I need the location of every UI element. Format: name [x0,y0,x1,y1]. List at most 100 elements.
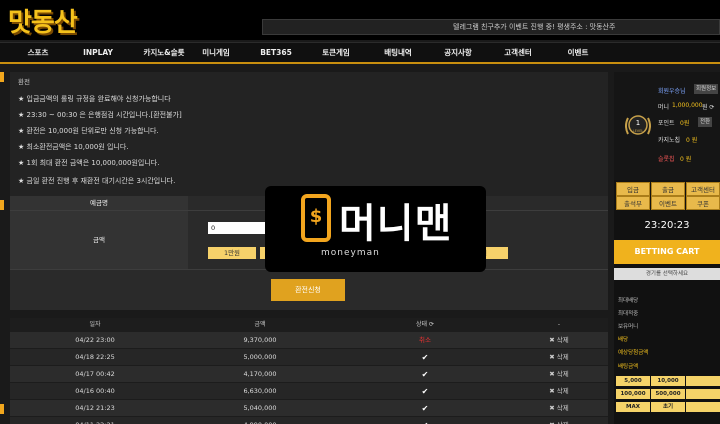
notice-line: ★ 금일 환전 진행 후 재환전 대기시간은 3시간입니다. [18,177,176,185]
phone-dollar-icon: $ [301,194,331,242]
col-status[interactable]: 상태 ⟳ [340,318,510,332]
cell-amount: 9,370,000 [243,336,277,344]
col-action: - [557,321,561,328]
cell-date: 04/22 23:00 [75,336,115,344]
expected-win-label: 예상당첨금액 [618,350,649,356]
delete-button[interactable]: ✖ 삭제 [510,366,608,383]
slot-chip-value: 0 원 [680,156,692,163]
quick-amount-button[interactable]: 1만원 [208,247,256,259]
coupon-button[interactable]: 쿠폰 [686,196,720,210]
amount-max-button[interactable]: MAX [616,402,650,412]
delete-button[interactable]: ✖ 삭제 [510,349,608,366]
top-bar: 맛동산 텔레그램 친구추가 이벤트 진행 중! 평생주소 : 맛동산주 [0,0,720,40]
cell-amount: 6,630,000 [243,387,277,395]
withdraw-submit-button[interactable]: 환전신청 [271,279,345,301]
money-value: 1,000,000 [672,102,703,109]
cell-date: 04/16 00:40 [75,387,115,395]
point-label: 포인트 [658,120,675,127]
amount-500000-button[interactable]: 500,000 [651,389,685,399]
table-header: 일자 금액 상태 ⟳ - [10,318,608,332]
notice-ticker: 텔레그램 친구추가 이벤트 진행 중! 평생주소 : 맛동산주 [262,19,720,35]
nav-bet-history[interactable]: 배팅내역 [368,43,428,63]
amount-label: 금액 [10,211,188,269]
delete-button[interactable]: ✖ 삭제 [510,417,608,424]
casino-chip-label: 카지노칩 [658,137,681,144]
cell-date: 04/11 22:21 [10,417,180,424]
cell-date: 04/12 21:23 [75,404,115,412]
customer-center-button[interactable]: 고객센터 [686,182,720,196]
casino-chip-value: 0 원 [686,137,698,144]
page: 맛동산 텔레그램 친구추가 이벤트 진행 중! 평생주소 : 맛동산주 스포츠 … [0,0,720,424]
site-logo[interactable]: 맛동산 [8,2,78,39]
main-nav: 스포츠 INPLAY 카지노&슬롯 미니게임 BET365 토큰게임 배팅내역 … [0,42,720,64]
side-tab [0,200,4,210]
right-panel: 회원우승님 회원정보 1 LEVEL 머니 1,000,000 원 ⟳ 포인트 … [614,72,720,424]
point-convert-button[interactable]: 전환 [698,117,713,127]
nav-minigame[interactable]: 미니게임 [186,43,246,63]
amount-button[interactable] [686,376,720,386]
watermark-overlay: $ 머니맨 moneyman [265,186,486,272]
odds-label: 배당 [618,337,629,343]
cell-date: 04/18 22:25 [75,353,115,361]
amount-reset-button[interactable]: 초기 [651,402,685,412]
cell-status: ✔ [421,353,429,362]
col-date: 일자 [89,321,101,328]
level-number: 1 [636,119,640,127]
side-tab [0,72,4,82]
table-row: 04/22 23:00 9,370,000 취소 ✖ 삭제 [10,332,608,349]
notice-line: ★ 23:30 ~ 00:30 은 은행점검 시간입니다.[환전불가] [18,111,182,119]
cell-amount: 4,990,000 [180,417,340,424]
table-row: 04/16 00:40 6,630,000 ✔ ✖ 삭제 [10,383,608,400]
notice-line: ★ 입금금액의 롤링 규정을 완료해야 신청가능합니다 [18,95,171,103]
money-unit[interactable]: 원 ⟳ [702,102,714,111]
nav-customer-center[interactable]: 고객센터 [488,43,548,63]
amount-5000-button[interactable]: 5,000 [616,376,650,386]
cell-amount: 5,040,000 [243,404,277,412]
notice-line: ★ 1회 최대 환전 금액은 10,000,000원입니다. [18,159,160,167]
cell-amount: 4,170,000 [243,370,277,378]
withdraw-notice: 환전 ★ 입금금액의 롤링 규정을 완료해야 신청가능합니다 ★ 23:30 ~… [10,72,608,196]
clock: 23:20:23 [644,220,690,231]
level-label: LEVEL [633,129,644,133]
col-amount: 금액 [254,321,266,328]
event-button[interactable]: 이벤트 [651,196,685,210]
table-row: 04/17 00:42 4,170,000 ✔ ✖ 삭제 [10,366,608,383]
point-value: 0원 [680,120,690,127]
nav-inplay[interactable]: INPLAY [68,43,128,63]
member-info-button[interactable]: 회원정보 [694,84,719,94]
amount-button[interactable] [686,389,720,399]
watermark-text: 머니맨 [339,201,453,247]
cell-status: ✔ [421,404,429,413]
attendance-button[interactable]: 출석부 [616,196,650,210]
amount-100000-button[interactable]: 100,000 [616,389,650,399]
nav-sports[interactable]: 스포츠 [8,43,68,63]
user-box: 회원우승님 회원정보 1 LEVEL 머니 1,000,000 원 ⟳ 포인트 … [614,72,720,180]
delete-button[interactable]: ✖ 삭제 [510,332,608,349]
watermark-sub: moneyman [321,248,380,258]
withdraw-history-table: 일자 금액 상태 ⟳ - 04/22 23:00 9,370,000 취소 ✖ 삭제 0… [10,318,608,424]
betting-cart-header[interactable]: BETTING CART [614,240,720,264]
deposit-button[interactable]: 입금 [616,182,650,196]
amount-10000-button[interactable]: 10,000 [651,376,685,386]
table-row: 04/11 22:214,990,000✔✖ 삭제 [10,417,608,424]
notice-line: ★ 최소환전금액은 10,000원 입니다. [18,143,129,151]
withdraw-button[interactable]: 출금 [651,182,685,196]
cell-date: 04/17 00:42 [75,370,115,378]
max-odds-label: 최대배당 [618,298,639,304]
delete-button[interactable]: ✖ 삭제 [510,383,608,400]
cell-status: 취소 [419,336,431,344]
level-medal-icon: 1 LEVEL [625,115,651,135]
delete-button[interactable]: ✖ 삭제 [510,400,608,417]
nav-event[interactable]: 이벤트 [548,43,608,63]
table-row: 04/12 21:23 5,040,000 ✔ ✖ 삭제 [10,400,608,417]
nav-notice[interactable]: 공지사항 [428,43,488,63]
amount-input[interactable]: 0 [208,222,266,234]
nav-bet365[interactable]: BET365 [246,43,306,63]
bank-label: 예금명 [10,196,188,210]
nav-token-game[interactable]: 토큰게임 [306,43,366,63]
balance-label: 보유머니 [618,324,639,330]
select-game-message: 경기를 선택하세요 [614,268,720,280]
amount-button[interactable] [686,402,720,412]
notice-title: 환전 [18,78,30,86]
cell-status: ✔ [421,387,429,396]
